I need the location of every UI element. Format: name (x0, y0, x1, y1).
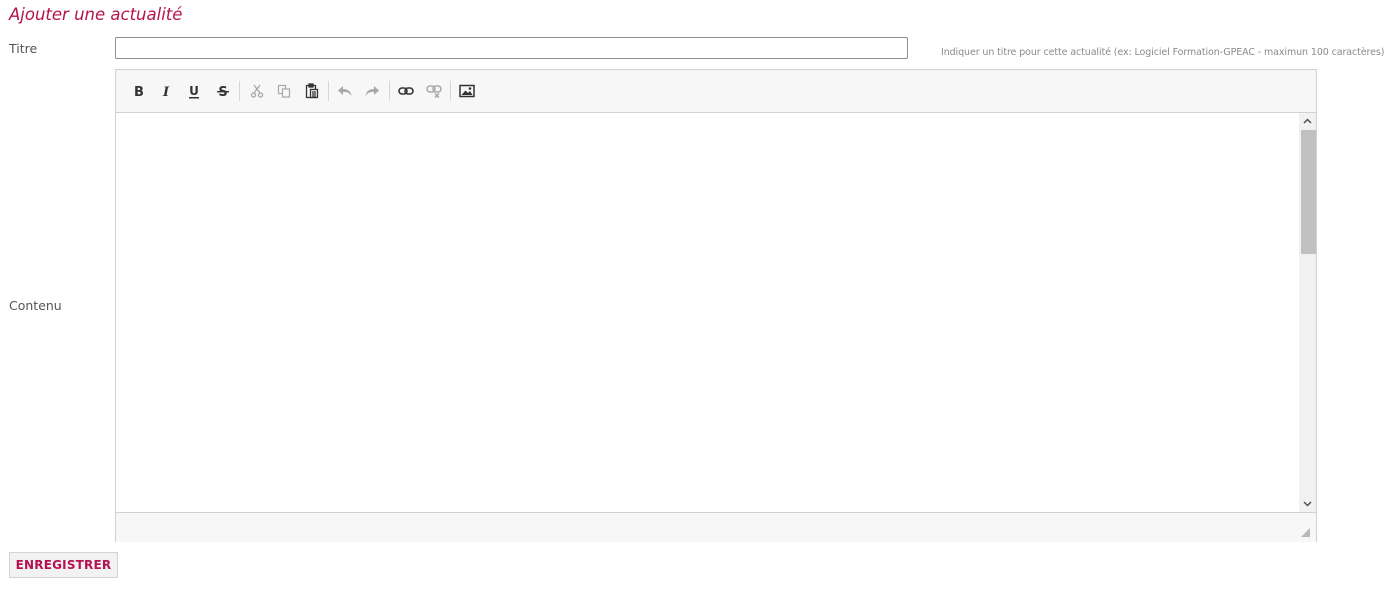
underline-button[interactable]: U (182, 81, 206, 101)
scroll-up-button[interactable] (1299, 113, 1316, 129)
svg-text:I: I (162, 85, 170, 98)
titre-label: Titre (9, 41, 38, 56)
editor-scrollbar[interactable] (1299, 113, 1316, 512)
svg-text:B: B (134, 85, 144, 98)
image-button[interactable] (455, 81, 479, 101)
strikethrough-icon: S (217, 85, 229, 98)
italic-icon: I (162, 85, 170, 98)
save-button[interactable]: ENREGISTRER (9, 552, 118, 578)
bold-icon: B (134, 85, 144, 98)
underline-icon: U (189, 84, 199, 98)
undo-icon (338, 86, 352, 96)
bold-button[interactable]: B (127, 81, 151, 101)
cut-icon (250, 84, 264, 98)
paste-icon (305, 83, 319, 99)
unlink-icon (426, 85, 442, 98)
toolbar-separator (328, 81, 329, 101)
toolbar-separator (389, 81, 390, 101)
link-icon (398, 87, 414, 95)
redo-icon (365, 86, 379, 96)
copy-button[interactable] (272, 81, 296, 101)
editor-statusbar (116, 512, 1316, 542)
resize-handle-icon[interactable] (1301, 528, 1310, 537)
chevron-down-icon (1303, 501, 1312, 507)
titre-input[interactable] (115, 37, 908, 59)
rich-text-editor: B I U S (115, 69, 1317, 542)
toolbar-separator (450, 81, 451, 101)
italic-button[interactable]: I (154, 81, 178, 101)
contenu-editor-area[interactable] (116, 113, 1299, 512)
contenu-label: Contenu (9, 298, 62, 313)
titre-hint: Indiquer un titre pour cette actualité (… (941, 47, 1385, 58)
paste-button[interactable] (300, 81, 324, 101)
redo-button[interactable] (360, 81, 384, 101)
link-button[interactable] (394, 81, 418, 101)
svg-text:U: U (189, 84, 199, 98)
undo-button[interactable] (333, 81, 357, 101)
unlink-button[interactable] (422, 81, 446, 101)
copy-icon (277, 84, 291, 98)
cut-button[interactable] (245, 81, 269, 101)
page-title: Ajouter une actualité (9, 5, 183, 24)
image-icon (459, 84, 475, 98)
toolbar-separator (239, 81, 240, 101)
editor-toolbar: B I U S (116, 70, 1316, 113)
chevron-up-icon (1303, 118, 1312, 124)
strikethrough-button[interactable]: S (211, 81, 235, 101)
scroll-down-button[interactable] (1299, 496, 1316, 512)
scrollbar-thumb[interactable] (1301, 130, 1316, 254)
